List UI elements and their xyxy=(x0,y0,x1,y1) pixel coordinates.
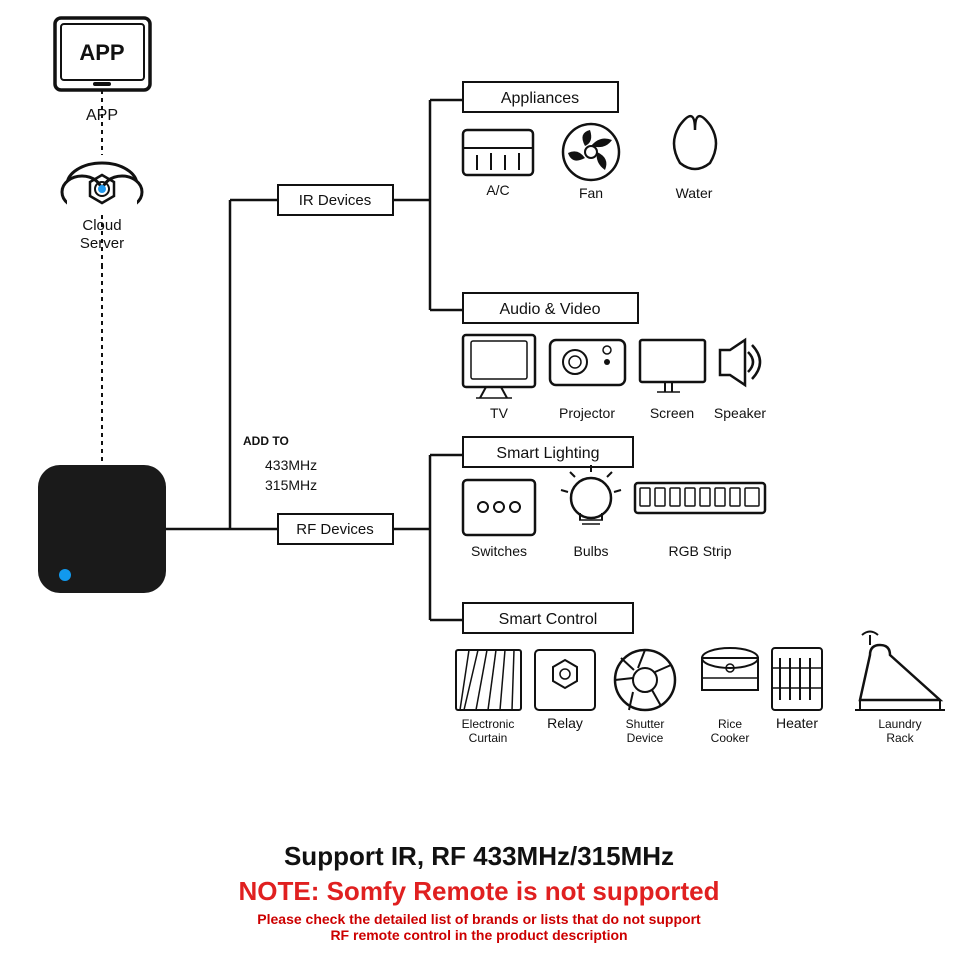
diagram-area: APP APP Cloud Server xyxy=(0,0,958,831)
support-text: Support IR, RF 433MHz/315MHz xyxy=(20,841,938,872)
svg-text:Appliances: Appliances xyxy=(501,90,579,107)
diagram-svg: APP APP Cloud Server xyxy=(0,0,958,750)
svg-text:Projector: Projector xyxy=(559,405,615,421)
svg-text:Curtain: Curtain xyxy=(469,731,508,745)
svg-text:RF Devices: RF Devices xyxy=(296,521,374,538)
svg-text:A/C: A/C xyxy=(486,182,509,198)
svg-text:Relay: Relay xyxy=(547,715,583,731)
svg-text:Bulbs: Bulbs xyxy=(573,543,608,559)
svg-text:Device: Device xyxy=(627,731,664,745)
svg-text:Audio & Video: Audio & Video xyxy=(499,301,600,318)
note-text: NOTE: Somfy Remote is not supported xyxy=(20,876,938,907)
bottom-text-area: Support IR, RF 433MHz/315MHz NOTE: Somfy… xyxy=(0,831,958,958)
svg-text:433MHz: 433MHz xyxy=(265,457,317,473)
svg-text:IR Devices: IR Devices xyxy=(299,192,372,209)
svg-text:APP: APP xyxy=(79,40,124,65)
svg-text:Shutter: Shutter xyxy=(626,717,665,731)
svg-text:Smart Lighting: Smart Lighting xyxy=(496,445,599,462)
svg-text:Rice: Rice xyxy=(718,717,742,731)
main-container: APP APP Cloud Server xyxy=(0,0,958,958)
svg-text:Smart Control: Smart Control xyxy=(499,611,598,628)
svg-text:Fan: Fan xyxy=(579,185,603,201)
svg-text:Heater: Heater xyxy=(776,715,818,731)
svg-text:Electronic: Electronic xyxy=(462,717,515,731)
svg-text:ADD TO: ADD TO xyxy=(243,434,289,448)
svg-text:Speaker: Speaker xyxy=(714,405,766,421)
svg-text:Cooker: Cooker xyxy=(711,731,750,745)
svg-text:RGB Strip: RGB Strip xyxy=(668,543,731,559)
svg-text:Screen: Screen xyxy=(650,405,694,421)
svg-text:Rack: Rack xyxy=(886,731,914,745)
svg-text:315MHz: 315MHz xyxy=(265,477,317,493)
small-note: Please check the detailed list of brands… xyxy=(20,911,938,943)
svg-text:Water: Water xyxy=(676,185,713,201)
svg-text:Switches: Switches xyxy=(471,543,527,559)
svg-text:Laundry: Laundry xyxy=(878,717,921,731)
svg-text:TV: TV xyxy=(490,405,509,421)
